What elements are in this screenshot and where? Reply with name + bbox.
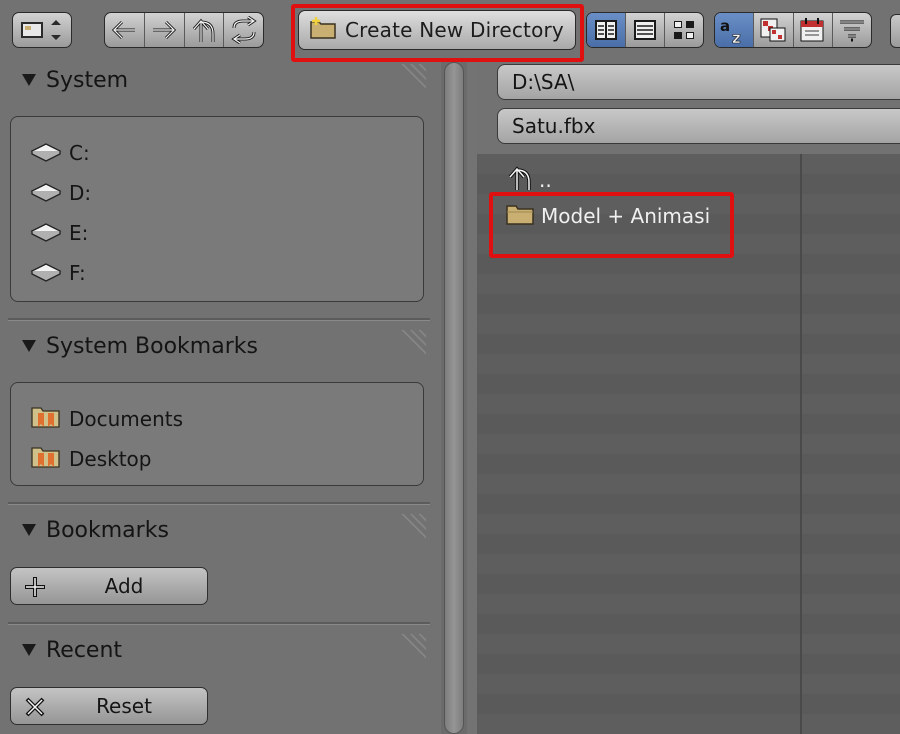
system-bookmarks-section-header[interactable]: System Bookmarks [8,328,428,364]
extra-toolbar-button[interactable] [890,14,900,48]
sort-mode-toggle: az [714,12,872,48]
drive-item-e[interactable]: E: [29,219,88,247]
parent-directory-entry[interactable]: .. [507,164,552,196]
sidebar-scrollbar[interactable] [441,62,467,734]
parent-directory-icon [507,164,533,196]
refresh-button[interactable] [223,13,263,47]
editor-type-icon [13,13,71,47]
bookmark-label: Documents [69,407,184,431]
forward-button[interactable] [143,13,184,47]
back-button[interactable] [105,13,144,47]
bookmark-folder-icon [29,405,63,433]
sort-date-button[interactable] [792,13,832,47]
system-section-title: System [46,67,129,93]
scrollbar-thumb[interactable] [444,62,464,734]
sort-alphabetical-button[interactable]: az [715,13,754,47]
parent-directory-label: .. [539,168,552,192]
section-divider [8,502,430,505]
system-bookmarks-section-title: System Bookmarks [46,333,258,359]
svg-text:z: z [732,29,741,45]
drive-icon [29,260,63,286]
refresh-icon [229,16,259,44]
new-folder-icon [309,16,337,44]
system-drives-list: C: D: E: F: [10,116,424,302]
folder-entry[interactable]: Model + Animasi [505,202,710,230]
filter-button[interactable] [831,13,871,47]
bookmarks-section-header[interactable]: Bookmarks [8,512,428,548]
thumbnail-view-icon [592,17,620,43]
back-arrow-icon [109,17,139,43]
header-toolbar: Create New Directory az [0,0,900,62]
short-list-view-button[interactable] [664,13,703,47]
drive-icon [29,180,63,206]
drive-label: D: [69,181,92,205]
svg-text:a: a [720,17,730,35]
panel-grip-icon[interactable] [398,634,426,662]
filter-icon [837,16,867,44]
drive-item-f[interactable]: F: [29,259,86,287]
sort-date-icon [798,16,828,44]
list-view-icon [631,17,659,43]
short-list-view-icon [670,17,698,43]
recent-section-title: Recent [46,637,123,663]
navigation-buttons [104,12,264,48]
drive-item-d[interactable]: D: [29,179,91,207]
sort-extension-button[interactable] [753,13,792,47]
bookmark-folder-icon [29,445,63,473]
section-divider [8,318,430,321]
bookmark-label: Desktop [69,447,152,471]
panel-grip-icon[interactable] [398,330,426,358]
list-view-button[interactable] [625,13,664,47]
folder-icon [505,202,535,230]
parent-directory-icon [189,16,219,44]
section-divider [8,622,430,625]
collapse-triangle-icon [22,340,36,352]
sidebar: System C: D: E: F: System Bookmarks Docu… [0,62,440,734]
sort-alphabetical-icon: az [718,15,750,45]
panel-grip-icon[interactable] [398,514,426,542]
collapse-triangle-icon [22,644,36,656]
reset-recent-label: Reset [96,694,152,718]
bookmark-item-documents[interactable]: Documents [29,405,183,433]
collapse-triangle-icon [22,524,36,536]
directory-path-field[interactable]: D:\SA\ [497,64,900,100]
add-bookmark-button[interactable]: Add [10,567,208,605]
add-bookmark-label: Add [104,574,144,598]
file-list: .. Model + Animasi [477,154,900,734]
file-name-field[interactable]: Satu.fbx [497,108,900,144]
folder-label: Model + Animasi [541,204,711,228]
drive-icon [29,140,63,166]
display-mode-toggle [586,12,704,48]
column-divider [800,154,802,734]
bookmark-item-desktop[interactable]: Desktop [29,445,151,473]
forward-arrow-icon [149,17,179,43]
drive-label: E: [69,221,89,245]
drive-icon [29,220,63,246]
reset-recent-button[interactable]: Reset [10,687,208,725]
create-new-directory-label: Create New Directory [345,18,564,42]
drive-item-c[interactable]: C: [29,139,90,167]
thumbnail-view-button[interactable] [587,13,625,47]
collapse-triangle-icon [22,74,36,86]
bookmarks-section-title: Bookmarks [46,517,169,543]
recent-section-header[interactable]: Recent [8,632,428,668]
sort-extension-icon [758,16,788,44]
create-new-directory-button[interactable]: Create New Directory [298,10,576,50]
drive-label: C: [69,141,90,165]
system-bookmarks-list: Documents Desktop [10,382,424,486]
drive-label: F: [69,261,86,285]
system-section-header[interactable]: System [8,62,428,98]
parent-directory-button[interactable] [183,13,224,47]
path-fields: D:\SA\ Satu.fbx [477,62,900,154]
editor-type-selector[interactable] [12,12,72,48]
panel-grip-icon[interactable] [398,64,426,92]
